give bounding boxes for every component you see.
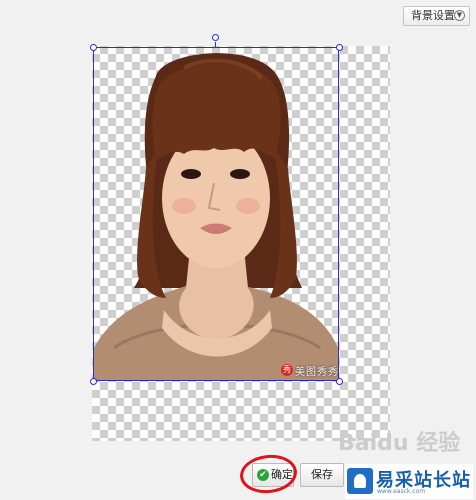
baidu-watermark: Baidu 经验 [338, 431, 461, 456]
rotate-handle-stem [215, 42, 216, 48]
watermark-label: 美图秀秀 [295, 367, 339, 378]
resize-handle-top-left[interactable] [90, 44, 97, 51]
background-settings-button[interactable]: 背景设置 ▼ [403, 6, 470, 26]
save-label: 保存 [311, 468, 333, 481]
save-button[interactable]: 保存 [300, 463, 344, 487]
chevron-down-icon: ▼ [454, 10, 465, 21]
meitu-logo-icon: 秀 [281, 364, 293, 376]
resize-handle-bottom-left[interactable] [90, 378, 97, 385]
background-settings-label: 背景设置 [411, 9, 455, 22]
resize-handle-top-right[interactable] [336, 44, 343, 51]
crop-selection-frame[interactable] [93, 47, 339, 381]
logo-mark-icon [347, 468, 373, 494]
rotate-handle[interactable] [212, 34, 219, 41]
annotation-circle [238, 452, 299, 496]
site-url: www.easck.com [377, 488, 426, 495]
resize-handle-bottom-right[interactable] [336, 378, 343, 385]
site-logo: 易采站长站 www.easck.com [345, 464, 473, 499]
